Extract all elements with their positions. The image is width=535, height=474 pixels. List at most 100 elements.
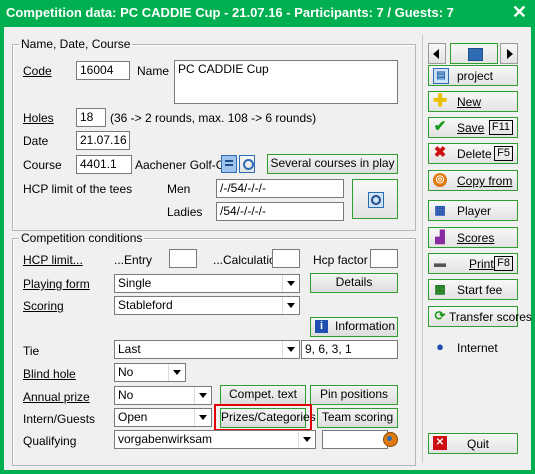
print-button[interactable]: ▬ Print F8 bbox=[428, 253, 518, 274]
settings-icon[interactable] bbox=[382, 431, 398, 447]
hcp-lookup-button[interactable] bbox=[352, 179, 398, 219]
qualifying-value: vorgabenwirksam bbox=[118, 432, 213, 446]
copy-from-button[interactable]: ◎ Copy from bbox=[428, 170, 518, 191]
holes-hint: (36 -> 2 rounds, max. 108 -> 6 rounds) bbox=[110, 111, 317, 125]
window-title: Competition data: PC CADDIE Cup - 21.07.… bbox=[6, 5, 454, 20]
chevron-down-icon bbox=[194, 409, 211, 426]
project-icon: ▤ bbox=[433, 68, 449, 84]
copy-icon: ◎ bbox=[433, 173, 447, 187]
chevron-down-icon bbox=[282, 341, 299, 358]
team-scoring-button[interactable]: Team scoring bbox=[317, 408, 398, 428]
entry-field[interactable] bbox=[169, 249, 197, 268]
details-button[interactable]: Details bbox=[310, 273, 398, 293]
printer-icon: ▬ bbox=[434, 256, 446, 270]
hcp-factor-field[interactable] bbox=[370, 249, 398, 268]
chevron-down-icon bbox=[282, 275, 299, 292]
holes-label: Holes bbox=[23, 111, 54, 125]
course-label: Course bbox=[23, 158, 62, 172]
holes-field[interactable]: 18 bbox=[76, 108, 106, 127]
scores-icon: ▟ bbox=[435, 230, 445, 244]
name-label: Name bbox=[137, 64, 170, 78]
project-button[interactable]: ▤ project bbox=[428, 65, 518, 86]
course-search-icon[interactable] bbox=[239, 155, 255, 173]
playing-form-select[interactable]: Single bbox=[114, 274, 300, 293]
group-title: Competition conditions bbox=[19, 231, 145, 245]
delete-x-icon: ✖ bbox=[433, 144, 447, 161]
title-bar: Competition data: PC CADDIE Cup - 21.07.… bbox=[0, 0, 535, 26]
blind-hole-label: Blind hole bbox=[23, 367, 76, 381]
start-fee-button[interactable]: ▩ Start fee bbox=[428, 279, 518, 300]
entry-label: ...Entry bbox=[114, 253, 153, 267]
search-icon bbox=[368, 192, 384, 208]
close-icon[interactable]: ✕ bbox=[512, 2, 527, 23]
next-arrow-icon[interactable] bbox=[500, 43, 518, 64]
tie-label: Tie bbox=[23, 344, 40, 358]
chevron-down-icon bbox=[168, 364, 185, 381]
information-label: Information bbox=[335, 319, 396, 333]
hcp-limit-tees-label: HCP limit of the tees bbox=[23, 182, 133, 196]
qualifying-label: Qualifying bbox=[23, 434, 77, 448]
scoring-select[interactable]: Stableford bbox=[114, 296, 300, 315]
several-courses-button[interactable]: Several courses in play bbox=[267, 154, 398, 174]
tie-value: Last bbox=[118, 342, 141, 356]
men-label: Men bbox=[167, 182, 191, 196]
chevron-down-icon bbox=[194, 387, 211, 404]
chevron-down-icon bbox=[298, 431, 315, 448]
client-area: Name, Date, Course Code 16004 Name PC CA… bbox=[4, 27, 532, 470]
date-label: Date bbox=[23, 134, 49, 148]
course-list-icon[interactable] bbox=[221, 155, 237, 173]
transfer-scores-button[interactable]: ⟳ Transfer scores bbox=[428, 306, 532, 327]
name-field[interactable]: PC CADDIE Cup bbox=[174, 60, 398, 104]
qualifying-select[interactable]: vorgabenwirksam bbox=[114, 430, 316, 449]
new-button[interactable]: ✚ New bbox=[428, 91, 518, 112]
transfer-icon: ⟳ bbox=[434, 308, 446, 323]
globe-icon: ● bbox=[436, 339, 444, 354]
men-hcp-field[interactable]: /-/54/-/-/- bbox=[216, 179, 344, 198]
playing-form-label: Playing form bbox=[23, 277, 90, 291]
tie-extra-field[interactable]: 9, 6, 3, 1 bbox=[301, 340, 398, 359]
printer-nav-icon[interactable] bbox=[450, 43, 498, 64]
hcp-factor-label: Hcp factor bbox=[313, 253, 368, 267]
checkmark-icon: ✔ bbox=[433, 118, 447, 135]
information-button[interactable]: i Information bbox=[310, 317, 398, 337]
group-title: Name, Date, Course bbox=[19, 37, 133, 51]
intern-guests-value: Open bbox=[118, 410, 148, 424]
blind-hole-select[interactable]: No bbox=[114, 363, 186, 382]
internet-button[interactable]: ● Internet bbox=[428, 337, 518, 358]
scores-button[interactable]: ▟ Scores bbox=[428, 227, 518, 248]
player-button[interactable]: ▦ Player bbox=[428, 200, 518, 221]
quit-button[interactable]: ✕ Quit bbox=[428, 433, 518, 454]
start-fee-icon: ▩ bbox=[434, 282, 446, 296]
ladies-label: Ladies bbox=[167, 205, 203, 219]
exit-icon: ✕ bbox=[433, 436, 447, 450]
scoring-label: Scoring bbox=[23, 299, 64, 313]
highlight-box bbox=[214, 404, 312, 431]
code-field[interactable]: 16004 bbox=[76, 61, 130, 80]
scoring-value: Stableford bbox=[118, 298, 173, 312]
intern-guests-select[interactable]: Open bbox=[114, 408, 212, 427]
prev-arrow-icon[interactable] bbox=[428, 43, 446, 64]
date-field[interactable]: 21.07.16 bbox=[76, 131, 130, 150]
annual-prize-select[interactable]: No bbox=[114, 386, 212, 405]
course-field[interactable]: 4401.1 bbox=[76, 155, 132, 174]
playing-form-value: Single bbox=[118, 276, 152, 290]
compet-text-button[interactable]: Compet. text bbox=[220, 385, 306, 405]
annual-prize-value: No bbox=[118, 388, 134, 402]
chevron-down-icon bbox=[282, 297, 299, 314]
intern-guests-label: Intern/Guests bbox=[23, 412, 96, 426]
plus-icon: ✚ bbox=[433, 91, 448, 110]
delete-button[interactable]: ✖ Delete F5 bbox=[428, 143, 518, 164]
pin-positions-button[interactable]: Pin positions bbox=[310, 385, 398, 405]
info-icon: i bbox=[315, 320, 328, 333]
tie-select[interactable]: Last bbox=[114, 340, 300, 359]
blind-hole-value: No bbox=[118, 365, 134, 379]
ladies-hcp-field[interactable]: /54/-/-/-/- bbox=[216, 202, 344, 221]
save-button[interactable]: ✔ Save F11 bbox=[428, 117, 518, 138]
app-window: Competition data: PC CADDIE Cup - 21.07.… bbox=[0, 0, 535, 474]
qualifying-extra-field[interactable] bbox=[322, 430, 388, 449]
course-name: Aachener Golf-Clu bbox=[135, 158, 223, 172]
players-icon: ▦ bbox=[434, 203, 446, 217]
calculation-field[interactable] bbox=[272, 249, 300, 268]
hcp-limit-label: HCP limit... bbox=[23, 253, 83, 267]
annual-prize-label: Annual prize bbox=[23, 390, 90, 404]
